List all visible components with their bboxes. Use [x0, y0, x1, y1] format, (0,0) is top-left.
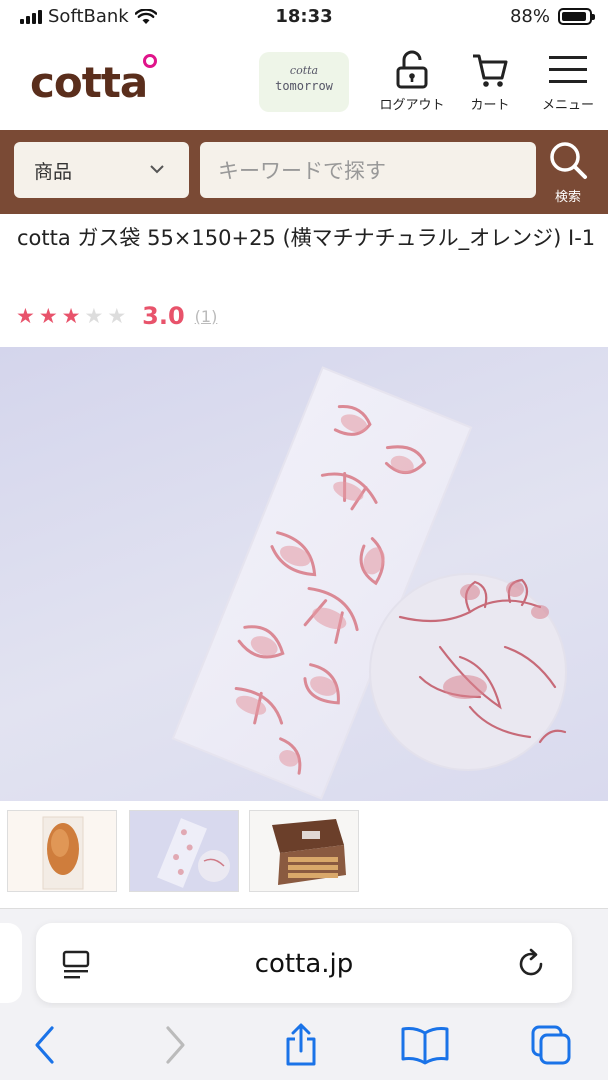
- site-header: cotta cotta tomorrow ログアウト カート メニュー: [0, 36, 608, 130]
- star-filled-icon: ★: [16, 304, 39, 328]
- menu-button[interactable]: メニュー: [530, 50, 606, 113]
- rating-stars: ★★★★★: [16, 304, 130, 328]
- keyword-search-input[interactable]: キーワードで探す: [200, 142, 536, 198]
- cart-button[interactable]: カート: [452, 50, 528, 113]
- chevron-down-icon: [150, 165, 164, 174]
- battery-status: 88%: [509, 6, 595, 27]
- cart-label: カート: [470, 98, 510, 113]
- chevron-right-icon: [166, 1026, 185, 1064]
- product-photo-illustration: [171, 366, 567, 800]
- cart-icon: [473, 54, 508, 87]
- browser-address-area: cotta.jp: [0, 908, 608, 1008]
- status-bar: SoftBank 18:33 88%: [0, 0, 608, 36]
- battery-icon: [558, 8, 595, 25]
- forward-button[interactable]: [150, 1020, 200, 1070]
- chevron-left-icon: [35, 1026, 54, 1064]
- star-empty-icon: ★: [84, 304, 108, 328]
- logo-text: cotta: [30, 58, 148, 107]
- bookmarks-button[interactable]: [400, 1020, 450, 1070]
- logo-ribbon-icon: [143, 54, 158, 68]
- hamburger-menu-icon: [549, 56, 587, 83]
- cake-thumbnail-image: [42, 816, 84, 890]
- search-icon: [550, 142, 587, 179]
- rating-score: 3.0: [142, 302, 185, 330]
- tabs-button[interactable]: [526, 1020, 576, 1070]
- thumbnail-bag[interactable]: [129, 810, 239, 892]
- previous-tab-preview[interactable]: [0, 923, 22, 1003]
- search-placeholder: キーワードで探す: [218, 159, 386, 183]
- share-button[interactable]: [276, 1020, 326, 1070]
- logout-button[interactable]: ログアウト: [374, 50, 450, 113]
- tomorrow-logo-line1: cotta: [289, 64, 319, 77]
- search-button-label: 検索: [554, 190, 581, 205]
- review-count-link[interactable]: (1): [195, 307, 218, 326]
- category-value: 商品: [34, 160, 73, 183]
- reload-icon[interactable]: [514, 947, 548, 981]
- share-icon: [286, 1023, 316, 1066]
- unlock-icon: [396, 50, 428, 89]
- product-rating: ★★★★★ 3.0 (1): [16, 302, 217, 330]
- search-bar: 商品 キーワードで探す 検索: [0, 130, 608, 214]
- thumbnail-box[interactable]: [249, 810, 359, 892]
- battery-percent: 88%: [509, 6, 550, 27]
- menu-label: メニュー: [541, 98, 594, 113]
- bag-thumbnail-image: [157, 818, 230, 888]
- back-button[interactable]: [20, 1020, 70, 1070]
- tabs-icon: [531, 1025, 571, 1065]
- thumbnail-cake[interactable]: [7, 810, 117, 892]
- star-empty-icon: ★: [107, 304, 131, 328]
- category-select[interactable]: 商品: [14, 142, 189, 198]
- address-bar[interactable]: cotta.jp: [36, 923, 572, 1003]
- logout-label: ログアウト: [379, 98, 445, 113]
- cotta-tomorrow-logo[interactable]: cotta tomorrow: [259, 52, 349, 112]
- browser-toolbar: [0, 1008, 608, 1080]
- product-main-image[interactable]: [0, 347, 608, 801]
- search-button[interactable]: 検索: [544, 140, 592, 205]
- book-icon: [401, 1027, 449, 1065]
- tomorrow-logo-line2: tomorrow: [275, 79, 333, 93]
- url-text: cotta.jp: [254, 949, 354, 979]
- thumbnail-strip: [0, 806, 608, 896]
- star-filled-icon: ★: [38, 304, 62, 328]
- product-title: cotta ガス袋 55×150+25 (横マチナチュラル_オレンジ) I-1: [17, 226, 596, 250]
- cotta-logo[interactable]: cotta: [30, 54, 158, 107]
- box-thumbnail-image: [272, 819, 346, 885]
- star-filled-icon: ★: [61, 304, 85, 328]
